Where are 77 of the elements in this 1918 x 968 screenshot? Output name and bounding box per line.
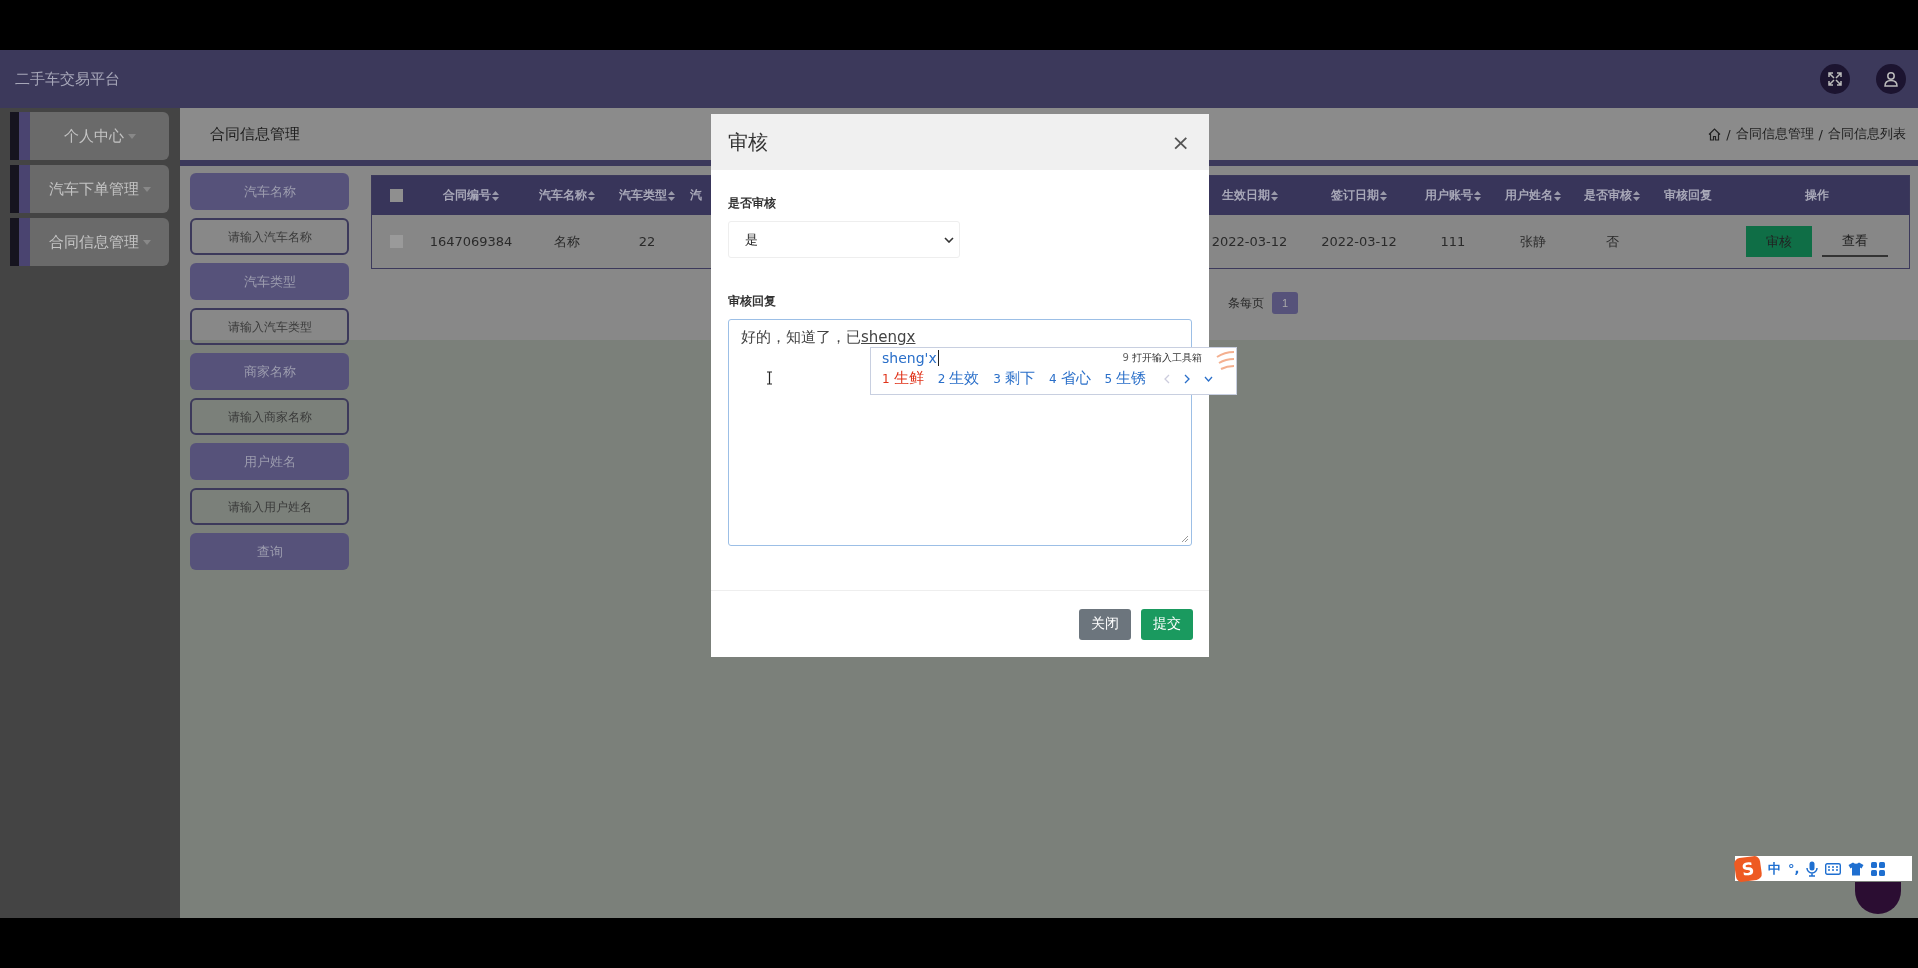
expand-icon	[1827, 71, 1843, 87]
home-icon[interactable]	[1708, 127, 1722, 141]
sort-icon	[492, 190, 499, 201]
table-cell: 否	[1605, 232, 1619, 251]
keyboard-icon[interactable]	[1825, 862, 1842, 875]
search-field[interactable]: 请输入汽车类型	[190, 308, 349, 345]
input-mode-toggle[interactable]: 中	[1768, 859, 1781, 878]
table-cell: 2022-03-12	[1211, 234, 1288, 249]
sidebar-item[interactable]: 个人中心	[30, 112, 169, 160]
field-label: 商家名称	[190, 353, 349, 390]
caret-icon	[127, 133, 136, 139]
breadcrumb-link[interactable]: 合同信息管理	[1735, 125, 1814, 143]
audit-select[interactable]: 是	[728, 221, 960, 258]
field-label: 汽车类型	[190, 263, 349, 300]
punctuation-toggle[interactable]: °,	[1788, 861, 1800, 876]
sort-icon	[1554, 190, 1561, 201]
candidate-word[interactable]: 5 生锈	[1104, 369, 1147, 388]
candidate-word[interactable]: 3 剩下	[993, 369, 1035, 388]
caret-icon	[142, 186, 151, 192]
search-field[interactable]: 请输入汽车名称	[190, 218, 349, 255]
chevron-right-icon[interactable]	[1184, 373, 1191, 384]
review-button[interactable]: 审核	[1746, 226, 1812, 257]
table-cell: 2022-03-12	[1321, 234, 1397, 249]
field-label: 审核回复	[728, 293, 777, 310]
caret-icon	[142, 239, 151, 245]
sidebar-marker	[10, 165, 30, 213]
fullscreen-button[interactable]	[1820, 64, 1850, 94]
submit-button[interactable]: 提交	[1141, 608, 1193, 640]
sidebar-item[interactable]: 合同信息管理	[30, 218, 169, 266]
column-header: 操作	[1805, 187, 1829, 204]
breadcrumb-link[interactable]: 合同信息列表	[1828, 125, 1906, 143]
sidebar-marker	[10, 112, 30, 160]
close-dialog-button[interactable]: 关闭	[1079, 608, 1131, 640]
sort-icon	[668, 190, 675, 201]
text-cursor-icon	[766, 371, 773, 385]
breadcrumb-separator: /	[1726, 126, 1731, 142]
sort-icon	[1380, 190, 1387, 201]
page-button[interactable]: 1	[1272, 292, 1298, 314]
table-cell: 张静	[1520, 232, 1546, 251]
candidate-word[interactable]: 2 生效	[937, 369, 980, 388]
resize-handle-icon	[1181, 535, 1189, 543]
dialog-title: 审核	[728, 128, 768, 156]
field-label: 是否审核	[728, 195, 777, 212]
field-label: 用户姓名	[190, 443, 349, 480]
query-button[interactable]: 查询	[190, 533, 349, 570]
table-cell: 111	[1440, 234, 1466, 249]
table-cell: 名称	[554, 232, 580, 251]
shirt-icon[interactable]	[1848, 861, 1865, 876]
field-label: 汽车名称	[190, 173, 349, 210]
breadcrumb-separator: /	[1818, 126, 1823, 142]
sort-icon	[588, 190, 595, 201]
sort-icon	[1633, 190, 1640, 201]
sidebar-marker	[10, 218, 30, 266]
user-button[interactable]	[1876, 64, 1906, 94]
per-page-label: 条每页	[1228, 294, 1264, 312]
reply-text: 好的，知道了，已shengx	[741, 328, 917, 347]
chevron-down-icon	[944, 236, 954, 243]
close-button[interactable]: ×	[1169, 129, 1192, 155]
user-icon	[1883, 71, 1899, 87]
candidate-word[interactable]: 4 省心	[1048, 369, 1091, 388]
search-field[interactable]: 请输入商家名称	[190, 398, 349, 435]
column-header: 审核回复	[1663, 187, 1712, 204]
microphone-icon[interactable]	[1806, 860, 1819, 877]
column-header: 汽	[690, 187, 702, 204]
grid-icon[interactable]	[1871, 861, 1886, 876]
sort-icon	[1270, 190, 1278, 201]
search-field[interactable]: 请输入用户姓名	[190, 488, 349, 525]
sort-icon	[1474, 190, 1481, 201]
table-cell: 1647069384	[429, 234, 513, 249]
view-button[interactable]: 查看	[1822, 226, 1888, 257]
candidate-word[interactable]: 1 生鲜	[882, 369, 924, 388]
page-title: 合同信息管理	[210, 124, 300, 144]
app-title: 二手车交易平台	[15, 69, 120, 89]
sidebar-item[interactable]: 汽车下单管理	[30, 165, 169, 213]
select-all-checkbox[interactable]	[389, 189, 403, 202]
chevron-down-icon[interactable]	[1204, 375, 1214, 382]
table-cell: 22	[638, 234, 656, 249]
